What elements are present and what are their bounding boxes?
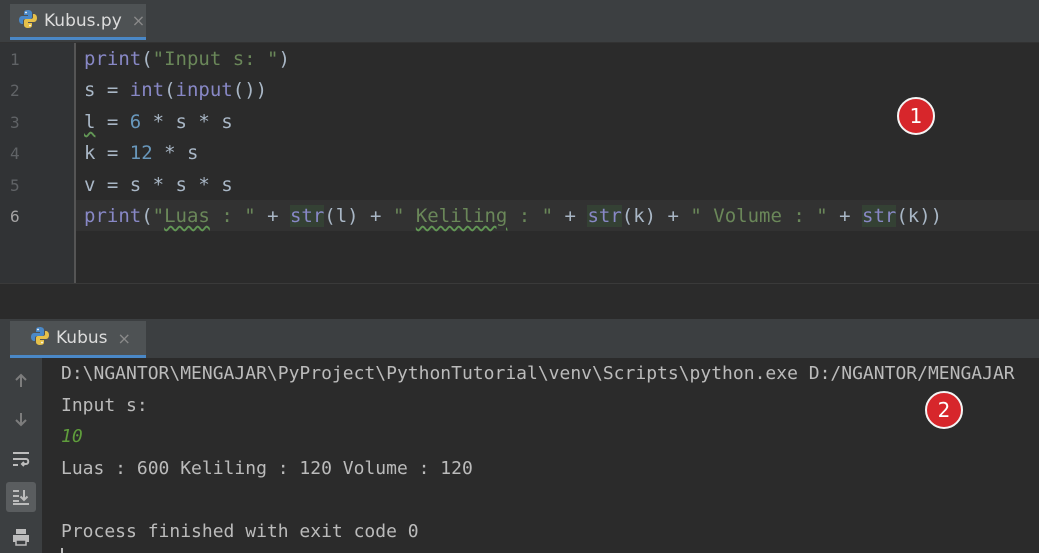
tab-label: Kubus.py <box>44 10 122 31</box>
code-token: input <box>175 79 233 101</box>
code-token: k = <box>84 142 130 164</box>
code-token: "Input s: " <box>152 48 279 70</box>
code-token: " <box>152 205 165 227</box>
code-token: ( <box>141 48 153 70</box>
annotation-badge-1: 1 <box>897 97 935 135</box>
code-token: print <box>84 48 142 70</box>
tab-kubus-py[interactable]: Kubus.py × <box>10 4 146 40</box>
code-token: * s * s <box>141 111 233 133</box>
run-toolbar <box>0 358 42 553</box>
code-token: : " <box>209 205 256 227</box>
line-number: 2 <box>10 81 20 100</box>
console-result: Luas : 600 Keliling : 120 Volume : 120 <box>61 458 473 479</box>
up-arrow-icon[interactable] <box>6 366 36 396</box>
soft-wrap-icon[interactable] <box>6 444 36 474</box>
code-token: : " <box>507 205 554 227</box>
code-token: 6 <box>129 111 142 133</box>
code-token: s = <box>84 79 130 101</box>
code-line[interactable]: l = 6 * s * s <box>84 107 233 138</box>
console-user-input: 10 <box>61 426 83 447</box>
python-icon <box>30 326 50 350</box>
print-icon[interactable] <box>6 522 36 552</box>
code-token: + <box>553 205 588 227</box>
line-number-gutter: 1 2 3 4 5 6 <box>0 43 76 283</box>
code-line[interactable]: k = 12 * s <box>84 138 198 169</box>
code-token: ()) <box>232 79 268 101</box>
code-token: 12 <box>129 142 153 164</box>
code-line[interactable]: s = int(input()) <box>84 75 267 106</box>
editor-tab-bar: Kubus.py × <box>0 0 1039 43</box>
run-tab-label: Kubus <box>56 328 108 348</box>
line-number: 3 <box>10 113 20 132</box>
line-number-current: 6 <box>10 207 20 226</box>
code-token: str <box>289 205 325 227</box>
code-token: + <box>827 205 863 227</box>
code-token: (l) + <box>324 205 393 227</box>
scroll-to-end-icon[interactable] <box>6 482 36 512</box>
code-token: ( <box>164 79 176 101</box>
annotation-badge-2: 2 <box>925 391 963 429</box>
code-token: v = s * s * s <box>84 174 233 196</box>
console-command-line: D:\NGANTOR\MENGAJAR\PyProject\PythonTuto… <box>61 363 1015 384</box>
code-token: int <box>129 79 165 101</box>
code-token: + <box>255 205 290 227</box>
code-token: " <box>392 205 416 227</box>
code-token: str <box>587 205 622 227</box>
code-token: " Volume : " <box>690 205 828 227</box>
code-token: = <box>95 111 130 133</box>
code-token: l <box>84 111 96 133</box>
down-arrow-icon[interactable] <box>6 404 36 434</box>
editor-bottom-area <box>0 283 1039 320</box>
code-line[interactable]: print("Luas : " + str(l) + " Keliling : … <box>84 201 942 232</box>
code-token: Luas <box>164 205 210 227</box>
code-line[interactable]: v = s * s * s <box>84 170 233 201</box>
console-output[interactable]: D:\NGANTOR\MENGAJAR\PyProject\PythonTuto… <box>42 358 1039 553</box>
code-line[interactable]: print("Input s: ") <box>84 44 290 75</box>
code-token: (k) + <box>621 205 691 227</box>
console-exit-message: Process finished with exit code 0 <box>61 521 419 542</box>
code-editor[interactable]: 1 2 3 4 5 6 print("Input s: ") s = int(i… <box>0 43 1039 283</box>
code-token: (k)) <box>896 205 943 227</box>
close-icon[interactable]: × <box>118 329 131 348</box>
code-token: ) <box>278 48 290 70</box>
code-token: * s <box>152 142 199 164</box>
close-icon[interactable]: × <box>132 11 145 30</box>
code-token: Keliling <box>415 205 508 227</box>
line-number: 1 <box>10 50 20 69</box>
code-token: ( <box>141 205 153 227</box>
line-number: 4 <box>10 144 20 163</box>
line-number: 5 <box>10 176 20 195</box>
console-prompt: Input s: <box>61 395 148 416</box>
code-token: print <box>84 205 142 227</box>
run-tab-bar: Kubus × <box>0 319 1039 358</box>
console-caret <box>61 548 63 553</box>
python-icon <box>18 9 38 33</box>
code-token: str <box>862 205 897 227</box>
tab-run-kubus[interactable]: Kubus × <box>10 321 146 358</box>
